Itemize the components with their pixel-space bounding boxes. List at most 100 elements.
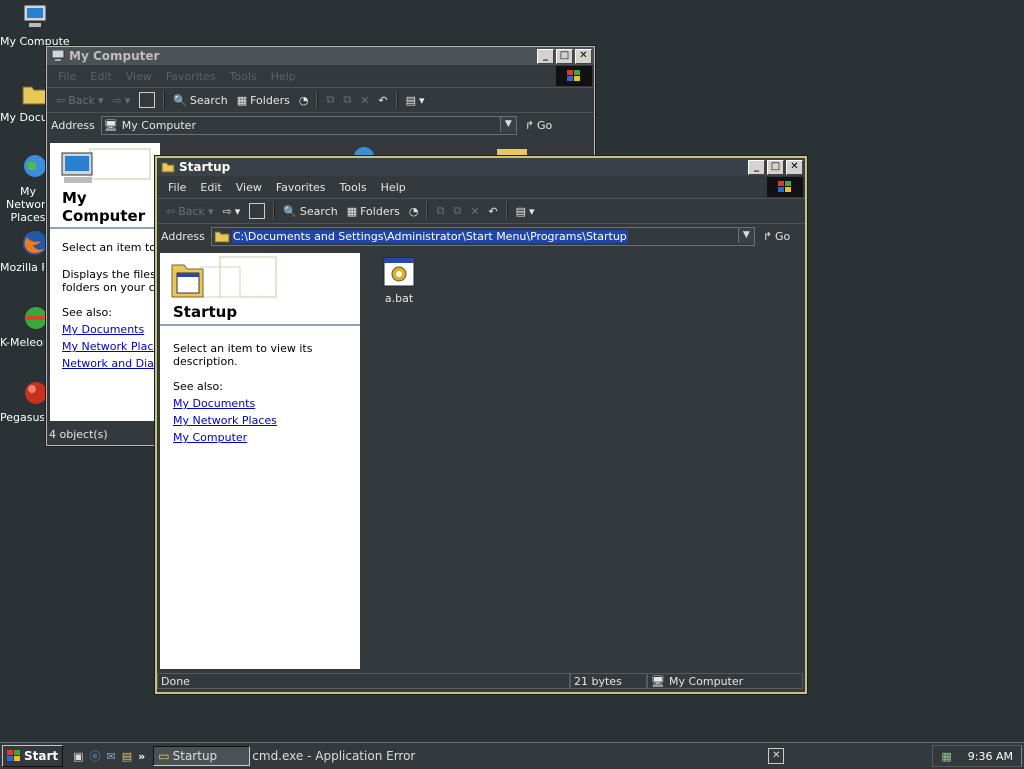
menu-favorites[interactable]: Favorites <box>269 181 333 194</box>
title-bar[interactable]: My Computer _ □ ✕ <box>47 47 594 65</box>
window-title: Startup <box>179 160 231 174</box>
status-bar: Done 21 bytes 🖥 My Computer <box>157 672 805 690</box>
views-button[interactable]: ▤ ▾ <box>513 205 538 218</box>
folders-icon: ▦ <box>346 204 358 218</box>
menu-view[interactable]: View <box>119 70 159 83</box>
menu-file[interactable]: File <box>161 181 193 194</box>
file-name: a.bat <box>384 292 414 305</box>
delete-button[interactable]: ✕ <box>467 205 482 218</box>
link-network-dialup[interactable]: Network and Dial-up Connections <box>62 357 160 370</box>
show-desktop-icon[interactable]: ▣ <box>73 750 83 763</box>
views-icon: ▤ <box>405 93 417 107</box>
status-zone-cell: 🖥 My Computer <box>647 673 803 689</box>
startup-window[interactable]: Startup _ □ ✕ File Edit View Favorites T… <box>155 156 807 694</box>
move-to-button[interactable]: ⧉ <box>323 93 337 107</box>
copy-to-button[interactable]: ⧉ <box>450 204 464 218</box>
forward-arrow-icon: ⇨ <box>112 93 122 107</box>
maximize-button[interactable]: □ <box>556 48 573 64</box>
see-also-label: See also: <box>62 306 112 319</box>
menu-help[interactable]: Help <box>264 70 303 83</box>
search-label: Search <box>299 204 338 218</box>
minimize-button[interactable]: _ <box>537 48 554 64</box>
folders-label: Folders <box>360 204 400 218</box>
start-button[interactable]: Start <box>2 745 64 767</box>
back-button[interactable]: ⇦ Back ▾ <box>53 94 106 107</box>
menu-view[interactable]: View <box>229 181 269 194</box>
computer-icon <box>51 50 65 61</box>
status-zone: My Computer <box>668 674 744 688</box>
forward-button[interactable]: ⇨ ▾ <box>109 94 133 107</box>
history-icon: ◔ <box>408 204 419 218</box>
folders-button[interactable]: ▦ Folders <box>234 94 293 107</box>
desktop-icon-my-computer[interactable]: My Computer <box>0 2 70 48</box>
separator <box>273 202 276 220</box>
menu-edit[interactable]: Edit <box>193 181 228 194</box>
toolbar: ⇦ Back ▾ ⇨ ▾ 🔍 Search ▦ Folders ◔ ⧉ ⧉ ✕ ↶ ▤… <box>47 88 594 113</box>
go-arrow-icon: ↱ <box>524 118 535 132</box>
forward-button[interactable]: ⇨ ▾ <box>219 205 243 218</box>
search-icon: 🔍 <box>283 204 297 218</box>
minimize-button[interactable]: _ <box>748 159 765 175</box>
move-to-button[interactable]: ⧉ <box>433 204 447 218</box>
search-button[interactable]: 🔍 Search <box>170 94 231 107</box>
go-button[interactable]: ↱ Go <box>525 119 552 132</box>
undo-button[interactable]: ↶ <box>375 94 390 107</box>
history-button[interactable]: ◔ <box>406 205 422 218</box>
up-folder-button[interactable] <box>136 92 158 108</box>
up-folder-icon <box>249 203 266 219</box>
up-folder-button[interactable] <box>246 203 268 219</box>
task-button-startup[interactable]: ▭ Startup <box>153 746 251 766</box>
explorer-icon[interactable]: ▤ <box>122 750 132 763</box>
menu-edit[interactable]: Edit <box>83 70 118 83</box>
menu-favorites[interactable]: Favorites <box>159 70 223 83</box>
back-arrow-icon: ⇦ <box>56 93 66 107</box>
link-my-computer[interactable]: My Computer <box>173 431 360 444</box>
copy-to-icon: ⧉ <box>453 204 462 217</box>
address-dropdown-button[interactable]: ▼ <box>499 116 516 132</box>
menu-tools[interactable]: Tools <box>333 181 374 194</box>
computer-banner-icon <box>61 148 151 183</box>
link-my-documents[interactable]: My Documents <box>173 397 360 410</box>
desktop-icon-label: My Network Places <box>6 185 50 224</box>
delete-button[interactable]: ✕ <box>357 94 372 107</box>
address-input[interactable]: 🖥 My Computer ▼ <box>100 115 517 135</box>
desktop-icon-label: Mozilla Firefox <box>0 261 44 274</box>
address-input[interactable]: C:\Documents and Settings\Administrator\… <box>210 226 755 246</box>
views-button[interactable]: ▤ ▾ <box>403 94 428 107</box>
task-button-cmd-error[interactable]: cmd.exe - Application Error ✕ <box>250 746 790 766</box>
menu-file[interactable]: File <box>51 70 83 83</box>
outlook-express-icon[interactable]: ✉ <box>107 750 116 763</box>
toolbar: ⇦ Back ▾ ⇨ ▾ 🔍 Search ▦ Folders ◔ ⧉ ⧉ ✕ ↶ ▤… <box>157 199 805 224</box>
link-my-network-places[interactable]: My Network Places <box>173 414 360 427</box>
file-item-a-bat[interactable]: a.bat <box>375 257 423 305</box>
link-my-network-places[interactable]: My Network Places <box>62 340 160 353</box>
folders-icon: ▦ <box>236 93 248 107</box>
maximize-button[interactable]: □ <box>767 159 784 175</box>
quick-launch-more[interactable]: » <box>138 750 145 763</box>
quick-launch: ▣ ⓔ ✉ ▤ » <box>73 748 145 764</box>
network-icon[interactable]: ▦ <box>941 750 951 763</box>
pane-title: Startup <box>173 303 238 321</box>
undo-button[interactable]: ↶ <box>485 205 500 218</box>
address-dropdown-button[interactable]: ▼ <box>737 227 754 243</box>
link-my-documents[interactable]: My Documents <box>62 323 160 336</box>
internet-explorer-icon[interactable]: ⓔ <box>90 748 101 764</box>
go-button[interactable]: ↱ Go <box>763 230 790 243</box>
folders-button[interactable]: ▦ Folders <box>344 205 403 218</box>
history-button[interactable]: ◔ <box>296 94 312 107</box>
back-label: Back <box>68 93 95 107</box>
copy-to-button[interactable]: ⧉ <box>340 93 354 107</box>
startup-folder-banner-icon <box>171 256 277 298</box>
task-label: Startup <box>172 749 218 763</box>
status-size: 21 bytes <box>574 674 622 688</box>
clock[interactable]: 9:36 AM <box>968 750 1013 763</box>
menu-tools[interactable]: Tools <box>223 70 264 83</box>
close-button[interactable]: ✕ <box>575 48 592 64</box>
menu-help[interactable]: Help <box>374 181 413 194</box>
close-button[interactable]: ✕ <box>786 159 803 175</box>
back-button[interactable]: ⇦ Back ▾ <box>163 205 216 218</box>
folders-label: Folders <box>250 93 290 107</box>
window-title: My Computer <box>69 49 160 63</box>
title-bar[interactable]: Startup _ □ ✕ <box>157 158 805 176</box>
search-button[interactable]: 🔍 Search <box>280 205 341 218</box>
